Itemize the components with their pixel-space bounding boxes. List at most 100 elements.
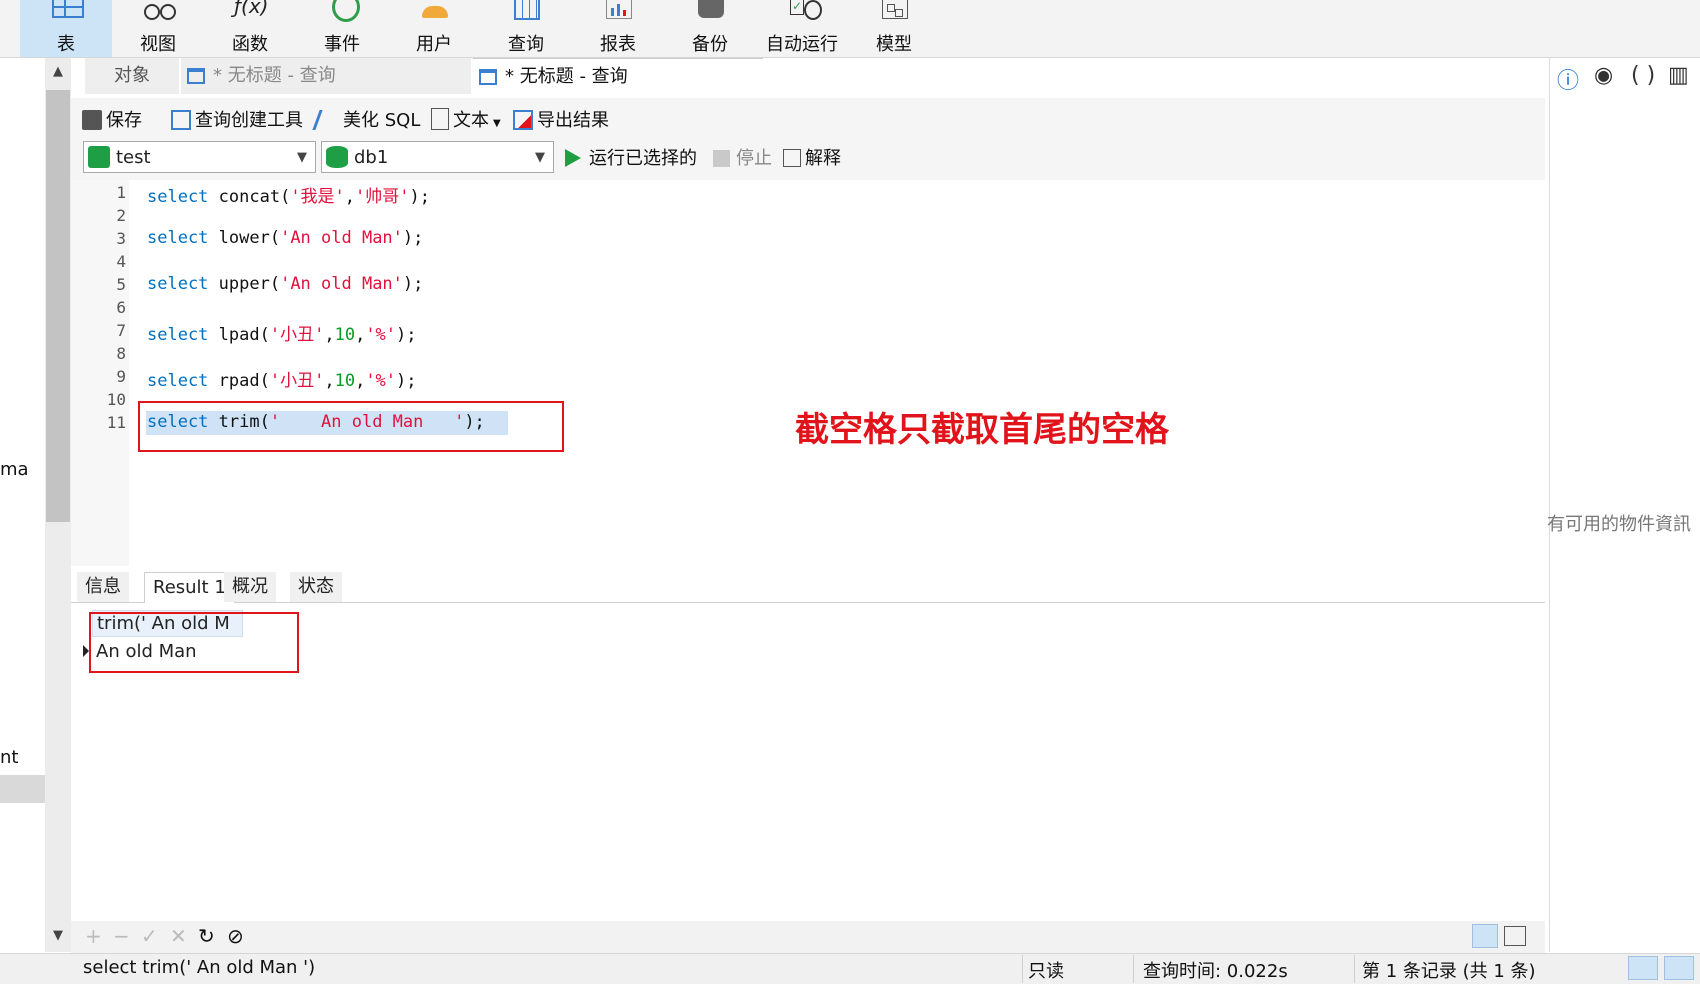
tab-query-2-label: * 无标题 - 查询	[505, 66, 628, 87]
main-ribbon: 表 视图 ƒ(x) 函数 事件 用户 查询 报表 备份 ✓ 自动运行 模型	[0, 0, 1700, 58]
code-line-7[interactable]: select lpad('小丑',10,'%');	[147, 320, 417, 345]
scroll-up-icon[interactable]: ▲	[45, 64, 71, 79]
code-line-5[interactable]: select upper('An old Man');	[147, 274, 423, 294]
chevron-down-icon: ▼	[535, 150, 545, 165]
info-icon[interactable]: ⓘ	[1557, 63, 1579, 95]
ribbon-report-button[interactable]: 报表	[572, 0, 664, 57]
sql-punct: ,	[324, 371, 335, 391]
sql-function: concat(	[208, 187, 291, 207]
sql-keyword: select	[147, 274, 209, 294]
tab-result-1[interactable]: Result 1	[144, 572, 235, 603]
ribbon-model-label: 模型	[876, 34, 912, 55]
query-tab-icon	[479, 67, 501, 87]
scroll-down-icon[interactable]: ▼	[45, 928, 71, 943]
model-icon	[878, 0, 910, 20]
navigator-item-partial[interactable]: ma	[0, 459, 29, 480]
save-label: 保存	[106, 110, 142, 131]
tab-status[interactable]: 状态	[290, 572, 342, 602]
beautify-sql-button[interactable]: 美化 SQL	[312, 106, 421, 132]
query-builder-button[interactable]: 查询创建工具	[171, 106, 303, 132]
status-divider	[1354, 955, 1355, 983]
stop-query-button[interactable]: ⊘	[227, 924, 244, 948]
code-line-3[interactable]: select lower('An old Man');	[147, 228, 423, 248]
backup-icon	[694, 0, 726, 20]
sql-string: '小丑'	[269, 325, 325, 345]
ribbon-event-button[interactable]: 事件	[296, 0, 388, 57]
connection-select[interactable]: test ▼	[83, 141, 316, 173]
delete-record-button[interactable]: −	[113, 924, 130, 948]
tab-query-1-label: * 无标题 - 查询	[213, 65, 336, 86]
stop-button[interactable]: 停止	[713, 144, 772, 170]
save-button[interactable]: 保存	[82, 106, 142, 132]
code-line-9[interactable]: select rpad('小丑',10,'%');	[147, 366, 417, 391]
refresh-button[interactable]: ↻	[198, 924, 215, 948]
sql-keyword: select	[147, 228, 209, 248]
explain-button[interactable]: 解释	[783, 144, 841, 170]
sql-punct: ,	[324, 325, 335, 345]
code-line-1[interactable]: select concat('我是','帅哥');	[147, 182, 430, 207]
navigator-selected-row[interactable]	[0, 775, 45, 803]
ribbon-report-label: 报表	[600, 34, 636, 55]
sql-string: '%'	[365, 371, 397, 391]
ribbon-query-button[interactable]: 查询	[480, 0, 572, 57]
query-icon	[510, 0, 542, 20]
tab-profile[interactable]: 概况	[224, 572, 276, 602]
database-icon	[326, 146, 348, 168]
run-selected-button[interactable]: 运行已选择的	[565, 144, 697, 170]
status-query-time: 查询时间: 0.022s	[1143, 961, 1288, 982]
layout-icon[interactable]: ▥	[1668, 63, 1689, 88]
ribbon-backup-label: 备份	[692, 34, 728, 55]
sql-function: upper(	[208, 274, 281, 294]
ribbon-view-button[interactable]: 视图	[112, 0, 204, 57]
beautify-label: 美化 SQL	[343, 110, 421, 131]
sql-string: '%'	[365, 325, 397, 345]
ribbon-table-button[interactable]: 表	[20, 0, 112, 57]
left-pane-toggle-icon[interactable]	[1628, 956, 1658, 980]
ribbon-query-label: 查询	[508, 34, 544, 55]
sql-function: lpad(	[208, 325, 270, 345]
report-icon	[602, 0, 634, 20]
ddl-icon[interactable]: ( )	[1631, 63, 1655, 88]
stop-icon	[713, 150, 730, 167]
save-icon	[82, 110, 102, 130]
database-select[interactable]: db1 ▼	[321, 141, 554, 173]
ribbon-backup-button[interactable]: 备份	[664, 0, 756, 57]
sql-number: 10	[334, 325, 356, 345]
status-records: 第 1 条记录 (共 1 条)	[1362, 961, 1536, 982]
autorun-icon: ✓	[786, 0, 822, 20]
tab-info[interactable]: 信息	[77, 572, 129, 602]
ribbon-function-button[interactable]: ƒ(x) 函数	[204, 0, 296, 57]
tab-objects[interactable]: 对象	[85, 58, 179, 94]
sql-function: lower(	[208, 228, 281, 248]
play-icon	[565, 149, 581, 167]
grid-view-icon[interactable]	[1472, 924, 1498, 948]
table-icon	[50, 0, 84, 20]
ribbon-autorun-button[interactable]: ✓ 自动运行	[756, 0, 848, 57]
discard-changes-button[interactable]: ✕	[170, 924, 187, 948]
navigator-item-partial[interactable]: nt	[0, 747, 18, 768]
ribbon-user-label: 用户	[416, 34, 452, 55]
event-icon	[326, 0, 360, 22]
export-icon	[513, 110, 533, 130]
tab-query-1[interactable]: * 无标题 - 查询	[181, 58, 471, 94]
tab-query-2[interactable]: * 无标题 - 查询	[473, 58, 763, 94]
database-value: db1	[354, 147, 389, 168]
preview-icon[interactable]: ◉	[1594, 63, 1613, 88]
export-results-button[interactable]: 导出结果	[513, 106, 609, 132]
apply-changes-button[interactable]: ✓	[141, 924, 158, 948]
ribbon-user-button[interactable]: 用户	[388, 0, 480, 57]
line-number: 7	[116, 321, 126, 340]
add-record-button[interactable]: +	[85, 924, 102, 948]
query-tab-icon	[187, 66, 209, 86]
view-icon	[142, 0, 176, 20]
status-sql: select trim(' An old Man ')	[83, 957, 316, 978]
status-divider	[1133, 955, 1134, 983]
scrollbar-thumb[interactable]	[46, 90, 70, 522]
ribbon-model-button[interactable]: 模型	[848, 0, 940, 57]
right-pane-toggle-icon[interactable]	[1664, 956, 1694, 980]
sql-punct: ,	[355, 371, 366, 391]
explain-label: 解释	[805, 148, 841, 169]
form-view-icon[interactable]	[1504, 926, 1526, 946]
sql-keyword: select	[147, 371, 209, 391]
text-dropdown-button[interactable]: 文本 ▼	[431, 106, 501, 132]
